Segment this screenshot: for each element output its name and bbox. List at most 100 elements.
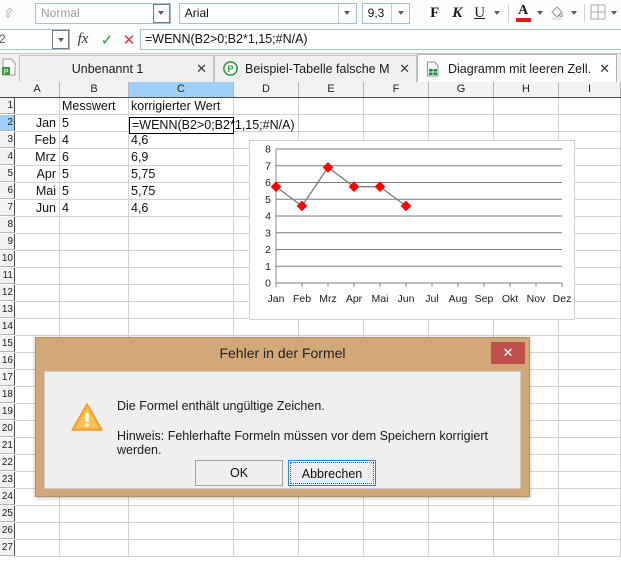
row-header-25[interactable]: 25 [0,506,15,522]
cell-I14[interactable] [559,319,621,336]
cell-G14[interactable] [429,319,494,336]
row-header-23[interactable]: 23 [0,472,15,488]
column-header-e[interactable]: E [299,82,364,97]
cell-A1[interactable] [15,98,60,115]
cell-F2[interactable] [364,115,429,132]
cell-E25[interactable] [299,506,364,523]
row-header-27[interactable]: 27 [0,540,15,556]
cell-B25[interactable] [60,506,129,523]
cell-A11[interactable] [15,268,60,285]
row-header-22[interactable]: 22 [0,455,15,471]
cell-F26[interactable] [364,523,429,540]
cell-F1[interactable] [364,98,429,115]
cell-I15[interactable] [559,336,621,353]
row-header-16[interactable]: 16 [0,353,15,369]
cell-B13[interactable] [60,302,129,319]
cell-style-combo[interactable]: Normal [35,2,171,24]
cell-C14[interactable] [129,319,234,336]
column-header-a[interactable]: A [15,82,60,97]
cell-B7[interactable]: 4 [60,200,129,217]
cell-I27[interactable] [559,540,621,557]
row-header-18[interactable]: 18 [0,387,15,403]
font-name-combo[interactable]: Arial [178,2,357,24]
cell-G25[interactable] [429,506,494,523]
cell-D1[interactable] [234,98,299,115]
row-header-21[interactable]: 21 [0,438,15,454]
borders-chevron-down-icon[interactable] [608,2,621,24]
cell-E26[interactable] [299,523,364,540]
cancel-formula-icon[interactable]: ✕ [118,31,140,49]
cell-B9[interactable] [60,234,129,251]
fill-color-chevron-down-icon[interactable] [567,2,580,24]
close-icon[interactable]: ✕ [399,62,410,75]
cell-C12[interactable] [129,285,234,302]
cell-F25[interactable] [364,506,429,523]
row-header-19[interactable]: 19 [0,404,15,420]
cell-H1[interactable] [494,98,559,115]
cell-A27[interactable] [15,540,60,557]
cell-editor-c2[interactable]: =WENN(B2>0;B2*1,15;#N/A) [129,117,295,134]
row-header-2[interactable]: 2 [0,115,15,131]
cell-C7[interactable]: 4,6 [129,200,234,217]
function-wizard-icon[interactable]: fx [70,31,96,48]
cell-I20[interactable] [559,421,621,438]
cell-A2[interactable]: Jan [15,115,60,132]
cell-B1[interactable]: Messwert [60,98,129,115]
cell-I23[interactable] [559,472,621,489]
cell-I25[interactable] [559,506,621,523]
cell-A26[interactable] [15,523,60,540]
cell-C9[interactable] [129,234,234,251]
chevron-down-icon[interactable] [52,30,69,49]
cancel-button[interactable]: Abbrechen [288,460,376,486]
cell-B11[interactable] [60,268,129,285]
row-header-6[interactable]: 6 [0,183,15,199]
cell-B8[interactable] [60,217,129,234]
cell-C8[interactable] [129,217,234,234]
cell-C3[interactable]: 4,6 [129,132,234,149]
cell-H27[interactable] [494,540,559,557]
font-size-combo[interactable]: 9,3 [361,2,411,24]
cell-I21[interactable] [559,438,621,455]
cell-G27[interactable] [429,540,494,557]
row-header-24[interactable]: 24 [0,489,15,505]
tab-beispiel-tabelle[interactable]: P Beispiel-Tabelle falsche M... ✕ [214,55,417,82]
font-color-button[interactable]: A [513,2,534,24]
cell-E2[interactable] [299,115,364,132]
cell-C10[interactable] [129,251,234,268]
cell-G2[interactable] [429,115,494,132]
close-icon[interactable]: ✕ [599,62,610,75]
row-header-9[interactable]: 9 [0,234,15,250]
cell-C27[interactable] [129,540,234,557]
cell-G26[interactable] [429,523,494,540]
format-painter-icon[interactable] [1,2,23,24]
cell-D14[interactable] [234,319,299,336]
cell-B14[interactable] [60,319,129,336]
cell-A10[interactable] [15,251,60,268]
formula-input[interactable]: =WENN(B2>0;B2*1,15;#N/A) [140,29,621,50]
cell-C13[interactable] [129,302,234,319]
cell-C25[interactable] [129,506,234,523]
cell-E1[interactable] [299,98,364,115]
cell-I16[interactable] [559,353,621,370]
cell-G1[interactable] [429,98,494,115]
column-header-h[interactable]: H [494,82,559,97]
close-icon[interactable]: ✕ [196,62,207,75]
cell-A9[interactable] [15,234,60,251]
cell-I26[interactable] [559,523,621,540]
cell-A13[interactable] [15,302,60,319]
cell-C6[interactable]: 5,75 [129,183,234,200]
cell-B6[interactable]: 5 [60,183,129,200]
cell-D26[interactable] [234,523,299,540]
row-header-17[interactable]: 17 [0,370,15,386]
cell-C5[interactable]: 5,75 [129,166,234,183]
row-header-7[interactable]: 7 [0,200,15,216]
chevron-down-icon[interactable] [337,3,356,23]
cell-B10[interactable] [60,251,129,268]
cell-I17[interactable] [559,370,621,387]
cell-A14[interactable] [15,319,60,336]
cell-A6[interactable]: Mai [15,183,60,200]
cell-B3[interactable]: 4 [60,132,129,149]
column-header-f[interactable]: F [364,82,429,97]
cell-A8[interactable] [15,217,60,234]
cell-B4[interactable]: 6 [60,149,129,166]
